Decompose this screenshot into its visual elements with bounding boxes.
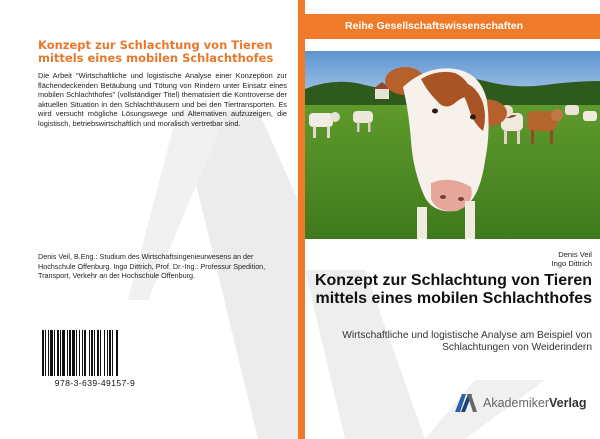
publisher-name: AkademikerVerlag (483, 396, 587, 410)
book-cover: Konzept zur Schlachtung von Tieren mitte… (0, 0, 600, 439)
publisher-logo: AkademikerVerlag (455, 392, 595, 414)
back-authors-bio: Denis Veil, B.Eng.: Studium des Wirtscha… (38, 252, 266, 281)
series-label: Reihe Gesellschaftswissenschaften (345, 20, 523, 32)
author-2: Ingo Dittrich (551, 259, 592, 268)
author-1: Denis Veil (558, 250, 592, 259)
front-cover: Reihe Gesellschaftswissenschaften Denis … (305, 0, 600, 439)
publisher-name-part1: Akademiker (483, 396, 549, 410)
cow-photo (305, 51, 600, 239)
back-abstract: Die Arbeit "Wirtschaftliche und logistis… (38, 71, 287, 128)
spine (298, 0, 305, 439)
publisher-name-part2: Verlag (549, 396, 587, 410)
isbn-number: 978-3-639-49157-9 (54, 378, 136, 388)
series-banner: Reihe Gesellschaftswissenschaften (305, 14, 600, 39)
barcode (42, 330, 118, 376)
front-title: Konzept zur Schlachtung von Tieren mitte… (314, 272, 592, 307)
front-subtitle: Wirtschaftliche und logistische Analyse … (342, 330, 592, 353)
av-logo-icon (455, 394, 477, 412)
back-title: Konzept zur Schlachtung von Tieren mitte… (38, 38, 274, 65)
back-cover: Konzept zur Schlachtung von Tieren mitte… (28, 0, 298, 439)
